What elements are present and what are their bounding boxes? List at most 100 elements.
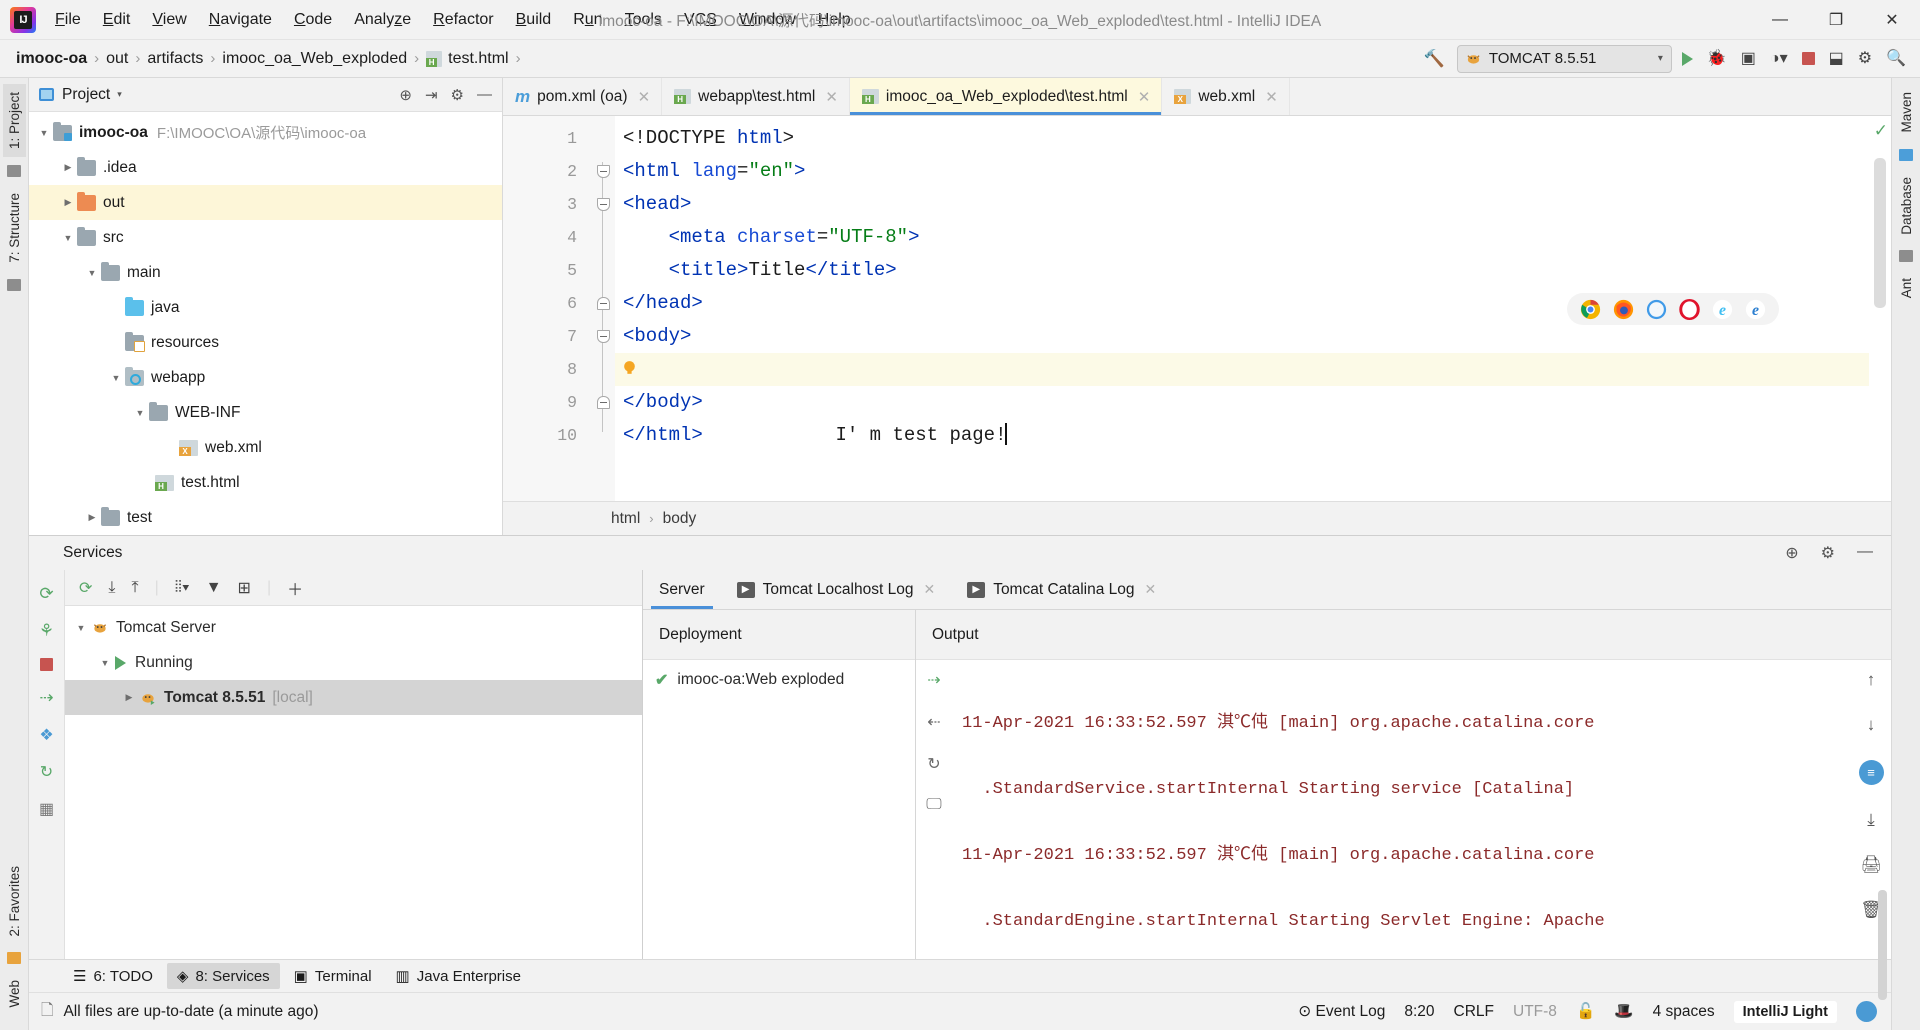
menu-view[interactable]: View <box>141 7 197 33</box>
expand-arrow-icon[interactable]: ▼ <box>71 623 91 633</box>
expand-arrow-icon[interactable] <box>107 373 125 383</box>
tree-node-web-inf[interactable]: WEB-INF <box>29 395 502 430</box>
fold-toggle-body-end[interactable] <box>591 386 615 419</box>
update-app-button[interactable]: ⬓ <box>1825 49 1848 69</box>
stop-icon[interactable] <box>40 658 53 671</box>
inspection-status-icon[interactable]: ✓ <box>1874 121 1888 141</box>
tab-exploded-test-html[interactable]: imooc_oa_Web_exploded\test.html ✕ <box>849 78 1163 115</box>
restart-icon[interactable]: ↻ <box>40 762 53 782</box>
group-by-icon[interactable]: ⦙⦙▾ <box>175 579 190 597</box>
debug-button[interactable]: 🐞 <box>1703 49 1731 69</box>
scrollbar-thumb[interactable] <box>1878 890 1887 1000</box>
toolwindow-terminal[interactable]: ▣ Terminal <box>284 963 382 989</box>
close-button[interactable]: ✕ <box>1864 0 1920 40</box>
internet-explorer-icon[interactable]: e <box>1712 299 1733 320</box>
profile-button[interactable]: ◑▾ <box>1766 49 1792 69</box>
collapse-arrow-icon[interactable]: ▶ <box>119 692 139 703</box>
gear-icon[interactable]: ⚙ <box>451 86 464 104</box>
services-tree[interactable]: ▼ Tomcat Server ▼ Running ▶ Tomcat 8.5.5… <box>65 606 642 959</box>
theme-name[interactable]: IntelliJ Light <box>1733 1000 1837 1023</box>
scrollbar-thumb[interactable] <box>1874 158 1886 308</box>
menu-analyze[interactable]: Analyze <box>343 7 422 33</box>
close-icon[interactable]: ✕ <box>1138 88 1151 106</box>
fold-toggle-html[interactable] <box>591 155 615 188</box>
breadcrumb-item-file[interactable]: test.html <box>448 50 508 68</box>
fold-toggle-head-end[interactable] <box>591 287 615 320</box>
tab-server[interactable]: Server <box>643 570 721 609</box>
add-service-icon[interactable]: ＋ <box>287 576 303 600</box>
lock-icon[interactable]: 🔓 <box>1576 1002 1595 1021</box>
close-icon[interactable]: ✕ <box>1265 88 1278 106</box>
breadcrumb-item-project[interactable]: imooc-oa <box>16 50 87 68</box>
scroll-up-icon[interactable]: ↑ <box>1867 670 1876 690</box>
editor-scrollbar[interactable] <box>1869 154 1891 501</box>
menu-vcs[interactable]: VCS <box>673 7 728 33</box>
services-node-running[interactable]: ▼ Running <box>65 645 642 680</box>
redeploy-icon[interactable]: ⇢ <box>927 670 940 690</box>
collapse-arrow-icon[interactable] <box>59 162 77 173</box>
menu-window[interactable]: Window <box>728 7 807 33</box>
search-icon[interactable]: 🔍 <box>1882 49 1910 69</box>
tab-tomcat-catalina-log[interactable]: ▶ Tomcat Catalina Log ✕ <box>951 570 1172 609</box>
tree-node-main[interactable]: main <box>29 255 502 290</box>
undeploy-icon[interactable]: ⇠ <box>927 712 940 732</box>
firefox-icon[interactable] <box>1613 299 1634 320</box>
notification-dot-icon[interactable] <box>1856 1001 1877 1022</box>
indent-setting[interactable]: 4 spaces <box>1653 1003 1715 1021</box>
tree-node-idea[interactable]: .idea <box>29 150 502 185</box>
menu-build[interactable]: Build <box>505 7 563 33</box>
menu-file[interactable]: File <box>44 7 92 33</box>
tree-node-web-xml[interactable]: web.xml <box>29 430 502 465</box>
locate-target-icon[interactable]: ⊕ <box>1785 543 1798 563</box>
expand-arrow-icon[interactable] <box>35 128 53 138</box>
chevron-down-icon[interactable]: ▾ <box>117 89 122 100</box>
restart-icon[interactable]: ↻ <box>927 754 940 774</box>
debug-icon[interactable]: ⚘ <box>39 621 54 641</box>
hide-panel-icon[interactable]: — <box>1857 543 1873 563</box>
minimize-button[interactable]: — <box>1752 0 1808 40</box>
editor-breadcrumb-html[interactable]: html <box>611 510 640 528</box>
browser-open-icon[interactable]: 🖵 <box>926 796 941 814</box>
close-icon[interactable]: ✕ <box>638 88 651 106</box>
run-button[interactable] <box>1678 50 1697 68</box>
build-hammer-icon[interactable]: 🔨 <box>1418 47 1451 71</box>
console-output[interactable]: 11-Apr-2021 16:33:52.597 淇℃伅 [main] org.… <box>952 660 1851 959</box>
collapse-all-icon[interactable]: ⤒ <box>131 579 138 597</box>
menu-edit[interactable]: Edit <box>92 7 142 33</box>
fold-toggle-head[interactable] <box>591 188 615 221</box>
update-icon[interactable]: ❖ <box>39 725 53 745</box>
inspection-profile-icon[interactable]: 🎩 <box>1614 1002 1633 1021</box>
sidebar-item-maven[interactable]: Maven <box>1895 84 1918 141</box>
hide-panel-icon[interactable]: — <box>477 86 492 103</box>
caret-position[interactable]: 8:20 <box>1404 1003 1434 1021</box>
tree-node-webapp[interactable]: webapp <box>29 360 502 395</box>
tree-node-resources[interactable]: resources <box>29 325 502 360</box>
collapse-all-icon[interactable]: ⇥ <box>425 86 438 104</box>
collapse-arrow-icon[interactable] <box>83 512 101 523</box>
stop-button[interactable] <box>1798 50 1819 67</box>
console-scrollbar[interactable] <box>1878 730 1887 1000</box>
run-with-coverage-button[interactable]: ▣ <box>1737 49 1760 69</box>
expand-all-icon[interactable]: ⤓ <box>108 579 115 597</box>
breadcrumb-item-artifacts[interactable]: artifacts <box>147 50 203 68</box>
menu-run[interactable]: Run <box>562 7 613 33</box>
safari-icon[interactable] <box>1646 299 1667 320</box>
sidebar-item-web[interactable]: Web <box>3 972 26 1016</box>
intention-bulb-icon[interactable] <box>621 360 638 377</box>
sidebar-item-structure[interactable]: 7: Structure <box>3 185 26 271</box>
deployment-item[interactable]: ✔ imooc-oa:Web exploded <box>643 660 915 690</box>
editor-breadcrumb-body[interactable]: body <box>663 510 697 528</box>
tree-node-imooc-oa[interactable]: imooc-oa F:\IMOOC\OA\源代码\imooc-oa <box>29 115 502 150</box>
close-icon[interactable]: ✕ <box>923 581 935 598</box>
expand-arrow-icon[interactable] <box>83 268 101 278</box>
services-node-tomcat-server[interactable]: ▼ Tomcat Server <box>65 610 642 645</box>
collapse-arrow-icon[interactable] <box>59 197 77 208</box>
chrome-icon[interactable] <box>1580 299 1601 320</box>
menu-tools[interactable]: Tools <box>614 7 673 33</box>
maximize-button[interactable]: ❐ <box>1808 0 1864 40</box>
sidebar-item-favorites[interactable]: 2: Favorites <box>3 858 26 945</box>
line-separator[interactable]: CRLF <box>1454 1003 1494 1021</box>
breadcrumb-item-exploded[interactable]: imooc_oa_Web_exploded <box>222 50 407 68</box>
menu-help[interactable]: Help <box>807 7 862 33</box>
run-configuration-selector[interactable]: TOMCAT 8.5.51 ▾ <box>1456 44 1672 73</box>
